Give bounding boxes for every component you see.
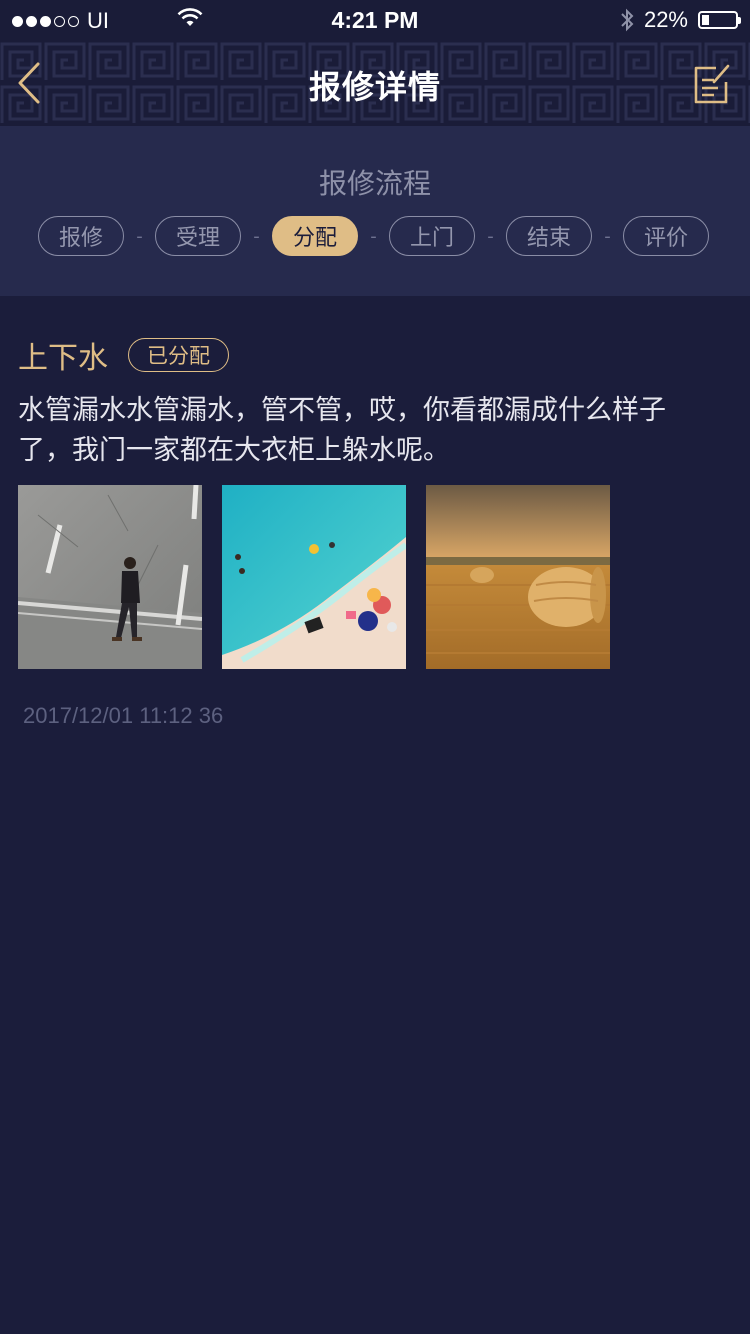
photo-hay-field[interactable] bbox=[426, 485, 610, 669]
battery-level bbox=[702, 15, 710, 25]
step-finish[interactable]: 结束 bbox=[506, 216, 592, 256]
status-right: 22% bbox=[620, 7, 741, 33]
step-separator: - bbox=[253, 225, 260, 247]
repair-description: 水管漏水水管漏水，管不管，哎，你看都漏成什么样子了，我门一家都在大衣柜上躲水呢。 bbox=[18, 395, 666, 466]
nav-bar: 报修详情 bbox=[0, 40, 750, 126]
page-title: 报修详情 bbox=[308, 68, 441, 106]
edit-note-icon bbox=[694, 64, 730, 104]
top-header: UI 4:21 PM 22% 报修详情 bbox=[0, 0, 750, 126]
repair-detail: 上下水 已分配 水管漏水水管漏水，管不管，哎，你看都漏成什么样子了，我门一家都在… bbox=[18, 333, 732, 729]
status-badge: 已分配 bbox=[128, 338, 229, 372]
bluetooth-icon bbox=[621, 8, 634, 32]
step-assign[interactable]: 分配 bbox=[272, 216, 358, 256]
step-accept[interactable]: 受理 bbox=[155, 216, 241, 256]
timestamp: 2017/12/01 11:12 36 bbox=[23, 703, 224, 728]
photo-gallery bbox=[18, 485, 732, 669]
photo-street-man[interactable] bbox=[18, 485, 202, 669]
step-separator: - bbox=[370, 225, 377, 247]
edit-button[interactable] bbox=[692, 62, 732, 106]
process-title: 报修流程 bbox=[318, 167, 431, 200]
step-separator: - bbox=[136, 225, 143, 247]
category-row: 上下水 已分配 bbox=[18, 333, 732, 377]
battery-icon bbox=[698, 11, 741, 29]
step-visit[interactable]: 上门 bbox=[389, 216, 475, 256]
status-bar: UI 4:21 PM 22% bbox=[0, 0, 750, 40]
battery-percent: 22% bbox=[643, 7, 688, 32]
step-report[interactable]: 报修 bbox=[38, 216, 124, 256]
photo-beach-aerial[interactable] bbox=[222, 485, 406, 669]
repair-category: 上下水 bbox=[18, 341, 108, 376]
step-separator: - bbox=[604, 225, 611, 247]
repair-process-panel: 报修流程 报修 - 受理 - 分配 - 上门 - 结束 - 评价 bbox=[0, 126, 750, 296]
step-separator: - bbox=[487, 225, 494, 247]
process-steps: 报修 - 受理 - 分配 - 上门 - 结束 - 评价 bbox=[38, 216, 709, 256]
step-review[interactable]: 评价 bbox=[623, 216, 709, 256]
